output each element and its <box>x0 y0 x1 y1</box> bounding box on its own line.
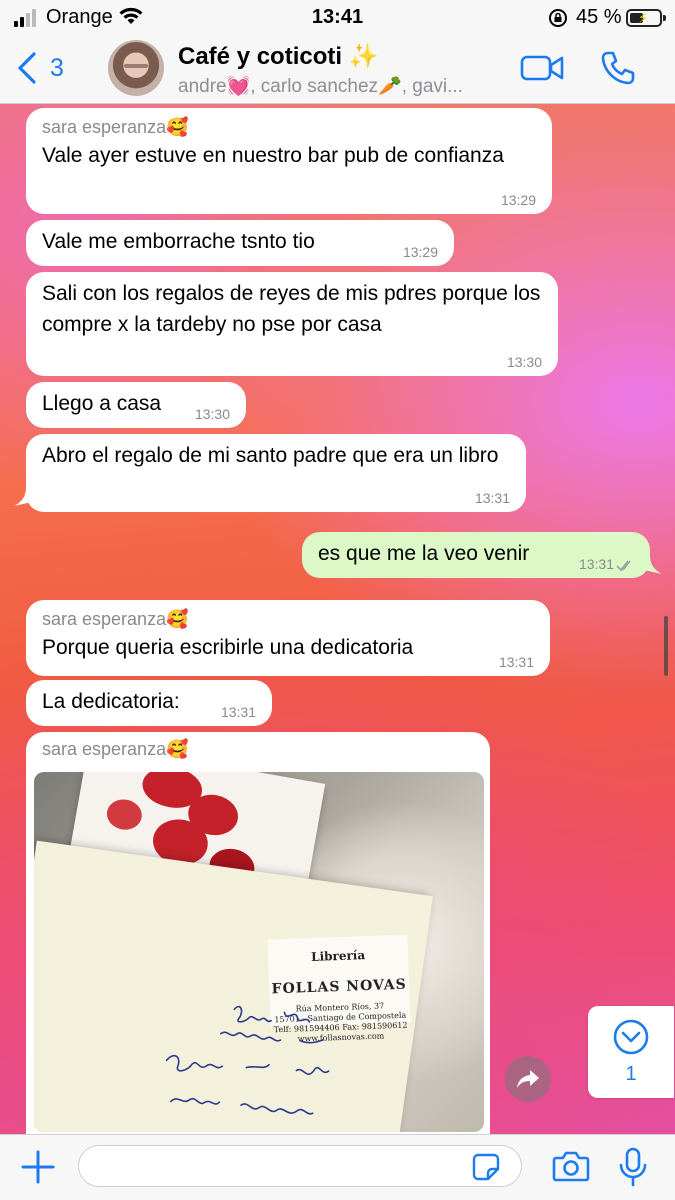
group-avatar[interactable] <box>108 40 164 96</box>
status-bar: Orange 13:41 45 % ⚡ <box>0 0 675 36</box>
message-bubble[interactable]: Vale me emborrache tsnto tio 13:29 <box>26 220 454 266</box>
message-time: 13:29 <box>402 244 438 260</box>
message-time: 13:31 <box>498 654 534 670</box>
image-message-bubble[interactable]: sara esperanza🥰 Librería FOLLAS NOVAS Rú… <box>26 732 490 1134</box>
back-button[interactable]: 3 <box>16 46 80 90</box>
sticker-icon[interactable] <box>472 1153 500 1181</box>
stamp-store: Librería <box>310 948 366 964</box>
battery-icon: ⚡ <box>626 9 666 27</box>
message-bubble[interactable]: La dedicatoria: 13:31 <box>26 680 272 726</box>
message-time: 13:30 <box>506 354 542 370</box>
message-time: 13:31 <box>474 490 510 506</box>
message-sender: sara esperanza🥰 <box>42 609 189 629</box>
phone-icon[interactable] <box>600 50 636 86</box>
unread-message-count: 1 <box>625 1063 637 1085</box>
chat-title[interactable]: Café y coticoti ✨ <box>178 42 379 71</box>
message-composer <box>0 1134 675 1200</box>
message-text: Abro el regalo de mi santo padre que era… <box>42 444 499 467</box>
photo-attachment[interactable]: Librería FOLLAS NOVAS Rúa Montero Ríos, … <box>34 772 484 1132</box>
chevron-down-circle-icon <box>613 1019 649 1055</box>
message-text: Sali con los regalos de reyes de mis pdr… <box>42 282 541 336</box>
message-sender: sara esperanza🥰 <box>42 739 189 759</box>
double-check-icon <box>616 560 631 572</box>
message-bubble[interactable]: sara esperanza🥰 Vale ayer estuve en nues… <box>26 108 552 214</box>
unread-chats-count: 3 <box>50 53 64 82</box>
chat-header: 3 Café y coticoti ✨ andre💓, carlo sanche… <box>0 36 675 104</box>
message-bubble-outgoing[interactable]: es que me la veo venir 13:31 <box>302 532 650 578</box>
battery-percent: 45 % <box>576 6 622 28</box>
scroll-indicator[interactable] <box>664 616 668 676</box>
chevron-left-icon <box>18 52 36 84</box>
message-time: 13:30 <box>194 406 230 422</box>
video-camera-icon[interactable] <box>520 52 564 84</box>
forward-icon <box>517 1070 539 1088</box>
message-time: 13:31 <box>220 704 256 720</box>
chat-area[interactable]: sara esperanza🥰 Vale ayer estuve en nues… <box>0 104 675 1134</box>
stamp-brand: FOLLAS NOVAS <box>271 976 408 998</box>
message-text: Vale ayer estuve en nuestro bar pub de c… <box>42 144 504 167</box>
message-bubble[interactable]: Llego a casa 13:30 <box>26 382 246 428</box>
message-bubble[interactable]: Sali con los regalos de reyes de mis pdr… <box>26 272 558 376</box>
message-sender: sara esperanza🥰 <box>42 117 189 137</box>
microphone-icon[interactable] <box>618 1147 648 1187</box>
chat-members[interactable]: andre💓, carlo sanchez🥕, gavi... <box>178 74 488 98</box>
message-time: 13:31 <box>578 556 614 572</box>
plus-icon[interactable] <box>20 1149 56 1185</box>
message-time: 13:29 <box>500 192 536 208</box>
status-time: 13:41 <box>311 6 364 28</box>
camera-icon[interactable] <box>552 1149 590 1183</box>
forward-button[interactable] <box>505 1056 551 1102</box>
message-text: Vale me emborrache tsnto tio <box>42 230 315 253</box>
message-bubble[interactable]: Abro el regalo de mi santo padre que era… <box>26 434 526 512</box>
message-input[interactable] <box>78 1145 522 1187</box>
message-text: Porque queria escribirle una dedicatoria <box>42 636 414 659</box>
scroll-to-bottom-button[interactable]: 1 <box>588 1006 674 1098</box>
rotation-lock-icon <box>549 9 567 27</box>
message-bubble[interactable]: sara esperanza🥰 Porque queria escribirle… <box>26 600 550 676</box>
